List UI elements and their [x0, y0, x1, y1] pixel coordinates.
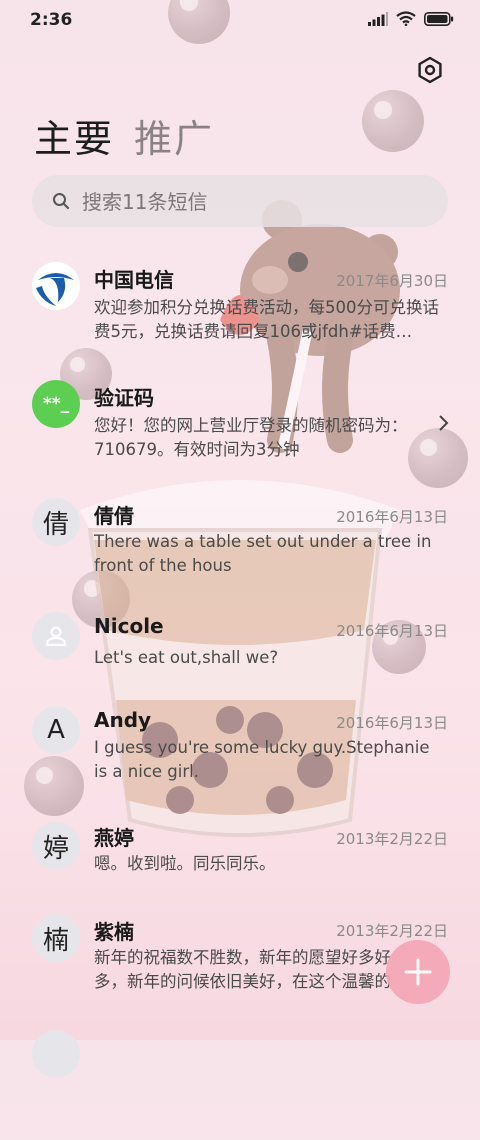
china-telecom-logo-icon [33, 263, 79, 309]
conversation-row-partial[interactable] [0, 1030, 480, 1140]
conversation-row[interactable]: A Andy 2016年6月13日 I guess you're some lu… [0, 706, 480, 816]
status-bar: 2:36 [0, 0, 480, 40]
message-date: 2013年2月22日 [336, 922, 448, 940]
avatar: 婷 [32, 822, 80, 870]
search-bar[interactable] [32, 175, 448, 229]
message-date: 2016年6月13日 [336, 508, 448, 526]
contact-name: 验证码 [94, 386, 154, 410]
message-preview: Let's eat out,shall we? [94, 648, 279, 667]
message-date: 2017年6月30日 [336, 272, 448, 290]
message-preview: 新年的祝福数不胜数，新年的愿望好多好多，新年的问候依旧美好，在这个温馨的时刻… [94, 948, 391, 991]
avatar-initials: 婷 [42, 833, 69, 864]
new-message-button[interactable] [386, 940, 450, 1004]
message-preview: 欢迎参加积分兑换话费活动，每500分可兑换话费5元，兑换话费请回复106或jfd… [94, 298, 439, 341]
person-icon [45, 626, 67, 647]
avatar: A [32, 706, 80, 754]
wifi-icon [396, 11, 416, 26]
conversation-row[interactable]: 倩 倩倩 2016年6月13日 There was a table set ou… [0, 494, 480, 604]
avatar [32, 612, 80, 660]
avatar-initials: 楠 [42, 925, 69, 956]
conversation-row[interactable]: **_ 验证码 您好！您的网上营业厅登录的随机密码为：710679。有效时间为3… [0, 376, 480, 486]
contact-name: 燕婷 [94, 826, 134, 850]
contact-name: 倩倩 [94, 504, 134, 528]
contact-name: Andy [94, 708, 152, 732]
message-preview: 嗯。收到啦。同乐同乐。 [94, 854, 276, 873]
contact-name: 紫楠 [94, 920, 134, 944]
search-icon [53, 193, 70, 210]
tab-promotions[interactable]: 推广 [134, 108, 214, 163]
status-icons [368, 11, 454, 26]
avatar-initials: **_ [42, 394, 70, 414]
plus-icon [404, 958, 432, 986]
battery-icon [424, 11, 454, 26]
status-time: 2:36 [30, 10, 73, 30]
avatar-initials: 倩 [42, 509, 69, 540]
contact-name: Nicole [94, 614, 164, 638]
conversation-row[interactable]: 中国电信 2017年6月30日 欢迎参加积分兑换话费活动，每500分可兑换话费5… [0, 258, 480, 368]
message-preview: There was a table set out under a tree i… [94, 532, 432, 575]
cellular-signal-icon [368, 11, 388, 26]
chevron-right-icon[interactable] [436, 414, 450, 432]
message-preview: 您好！您的网上营业厅登录的随机密码为：710679。有效时间为3分钟 [94, 416, 408, 459]
settings-gear-icon[interactable] [416, 56, 444, 84]
avatar [32, 1030, 80, 1078]
message-tabs: 主要 推广 [34, 108, 214, 163]
message-date: 2016年6月13日 [336, 714, 448, 732]
wallpaper-bubble [362, 90, 424, 152]
message-preview: I guess you're some lucky guy.Stephanie … [94, 738, 430, 781]
avatar: 倩 [32, 498, 80, 546]
avatar-initials: A [47, 715, 65, 745]
avatar: 楠 [32, 914, 80, 962]
avatar [32, 262, 80, 310]
tab-primary[interactable]: 主要 [34, 108, 114, 163]
contact-name: 中国电信 [94, 268, 174, 292]
message-date: 2013年2月22日 [336, 830, 448, 848]
search-input[interactable] [80, 175, 424, 229]
message-date: 2016年6月13日 [336, 622, 448, 640]
avatar: **_ [32, 380, 80, 428]
